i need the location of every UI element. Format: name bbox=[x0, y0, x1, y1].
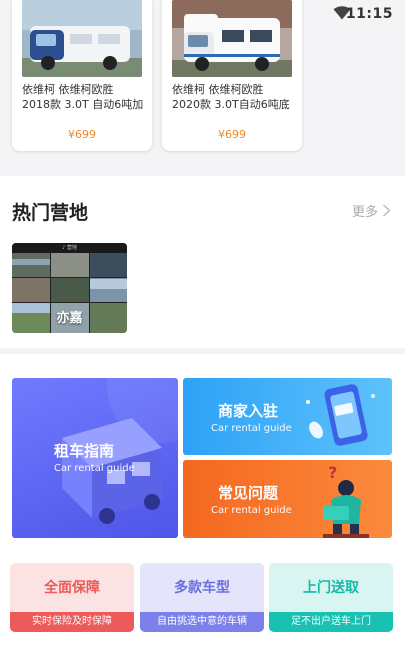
guides-section: 租车指南 Car rental guide 商家入驻 Car rental gu… bbox=[0, 354, 405, 666]
rental-guide-title: 租车指南 bbox=[54, 442, 115, 460]
person-reading-illustration: ? bbox=[323, 463, 369, 538]
feature-door-delivery[interactable]: 上门送取 足不出户送车上门 bbox=[269, 563, 393, 632]
feature-car-models[interactable]: 多款车型 自由挑选中意的车辆 bbox=[140, 563, 264, 632]
feature-caption: 自由挑选中意的车辆 bbox=[140, 612, 264, 632]
status-time: 11:15 bbox=[345, 6, 393, 22]
camp-name: 亦嘉 bbox=[56, 311, 83, 326]
car-price: ¥699 bbox=[68, 128, 96, 141]
faq-subtitle: Car rental guide bbox=[211, 505, 292, 516]
merchant-title: 商家入驻 bbox=[218, 402, 279, 420]
merchant-join-tile[interactable]: 商家入驻 Car rental guide bbox=[183, 378, 392, 455]
feature-caption: 足不出户送车上门 bbox=[269, 612, 393, 632]
car-title: 依维柯 依维柯欧胜 2018款 3.0T 自动6吨加长轴... bbox=[22, 83, 144, 111]
feature-title: 上门送取 bbox=[303, 580, 359, 596]
feature-title: 多款车型 bbox=[174, 580, 230, 596]
svg-text:?: ? bbox=[328, 463, 337, 482]
rental-guide-subtitle: Car rental guide bbox=[54, 463, 135, 474]
feature-full-coverage[interactable]: 全面保障 实时保险及时保障 bbox=[10, 563, 134, 632]
car-title: 依维柯 依维柯欧胜 2020款 3.0T自动6吨底盘加... bbox=[172, 83, 290, 111]
faq-tile[interactable]: ? 常见问题 Car rental guide bbox=[183, 460, 392, 538]
feature-caption: 实时保险及时保障 bbox=[10, 612, 134, 632]
section-title: 热门营地 bbox=[12, 202, 89, 224]
status-bar: 11:15 bbox=[0, 0, 405, 28]
faq-title: 常见问题 bbox=[218, 484, 279, 502]
more-link[interactable]: 更多 bbox=[352, 201, 391, 220]
hot-camps-section: 热门营地 更多 ♪ 营地 亦嘉 bbox=[0, 176, 405, 348]
rental-guide-tile[interactable]: 租车指南 Car rental guide bbox=[12, 378, 178, 538]
chevron-right-icon bbox=[382, 204, 391, 217]
car-price: ¥699 bbox=[218, 128, 246, 141]
merchant-subtitle: Car rental guide bbox=[211, 423, 292, 434]
camp-banner: ♪ 营地 bbox=[12, 243, 127, 253]
more-label: 更多 bbox=[351, 205, 378, 220]
phone-illustration bbox=[306, 384, 375, 446]
camp-card[interactable]: ♪ 营地 亦嘉 bbox=[12, 243, 127, 333]
feature-title: 全面保障 bbox=[44, 580, 100, 596]
